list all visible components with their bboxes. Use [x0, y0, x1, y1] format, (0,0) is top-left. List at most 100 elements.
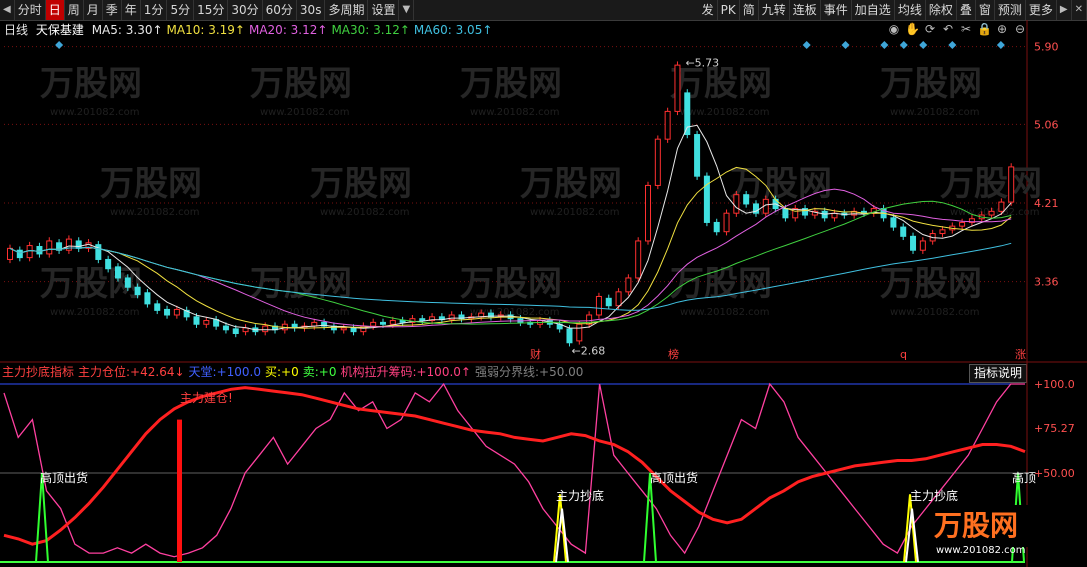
indicator-tick-label: +50.00 [1034, 467, 1075, 480]
watermark-brand: 万股网 [40, 64, 142, 104]
candle [1008, 166, 1015, 203]
candle [694, 134, 701, 177]
watermark-url: www.201082.com [50, 307, 140, 318]
watermark-brand: 万股网 [310, 164, 412, 204]
candle [664, 110, 671, 140]
stock-chart[interactable]: 5.905.064.213.36万股网www.201082.com万股网www.… [0, 0, 1087, 567]
watermark-brand: 万股网 [100, 164, 202, 204]
watermark-url: www.201082.com [260, 107, 350, 118]
event-marker-label[interactable]: 榜 [668, 347, 679, 361]
event-marker-icon[interactable] [880, 41, 889, 49]
indicator-annotation: 主力建仓! [180, 391, 233, 405]
candle [232, 328, 239, 334]
event-marker-icon[interactable] [841, 41, 850, 49]
build-position-bar [177, 419, 182, 562]
candle [959, 221, 966, 227]
watermark-url: www.201082.com [110, 207, 200, 218]
low-label: ←2.68 [571, 345, 605, 358]
candle [635, 240, 642, 279]
watermark-brand: 万股网 [880, 64, 982, 104]
candle [203, 320, 210, 325]
watermark-brand: 万股网 [250, 64, 352, 104]
watermark-url: www.201082.com [260, 307, 350, 318]
watermark-url: www.201082.com [470, 107, 560, 118]
candle [566, 328, 573, 344]
candle [605, 297, 612, 307]
candle [448, 314, 455, 321]
candle [713, 221, 720, 233]
candle [595, 295, 602, 316]
candle [890, 217, 897, 228]
candle [26, 245, 33, 259]
event-marker-label[interactable]: 涨 [1015, 348, 1026, 361]
candle [105, 258, 112, 270]
event-marker-label[interactable]: q [900, 348, 907, 361]
candle [998, 201, 1005, 212]
event-marker-icon[interactable] [802, 41, 811, 49]
watermark-url: www.201082.com [320, 207, 410, 218]
candle [988, 210, 995, 216]
candle [7, 247, 13, 260]
event-marker-label[interactable]: 财 [530, 347, 541, 361]
watermark-brand: 万股网 [940, 164, 1042, 204]
candle [340, 327, 347, 331]
candle [370, 321, 377, 327]
price-tick-label: 3.36 [1034, 276, 1059, 289]
high-label: ←5.73 [685, 56, 719, 69]
candle [379, 321, 386, 325]
event-marker-icon[interactable] [948, 41, 957, 49]
candle [919, 240, 926, 251]
watermark-brand: 万股网 [520, 164, 622, 204]
event-marker-icon[interactable] [996, 41, 1005, 49]
indicator-annotation: 主力抄底 [910, 488, 958, 503]
indicator-annotation: 高顶出货 [40, 470, 88, 485]
candle [124, 277, 131, 288]
candle [615, 291, 622, 307]
indicator-tick-label: +100.0 [1034, 378, 1075, 391]
candle [222, 325, 229, 331]
candle [193, 316, 200, 325]
candle [134, 286, 141, 296]
candle [114, 266, 121, 279]
watermark-url: www.201082.com [530, 207, 620, 218]
candle [75, 240, 82, 249]
event-marker-icon[interactable] [919, 41, 928, 49]
candle [733, 194, 740, 214]
position-line [3, 386, 1026, 546]
indicator-annotation: 主力抄底 [556, 488, 604, 503]
price-tick-label: 5.06 [1034, 118, 1059, 131]
candle [154, 303, 161, 311]
institution-line [3, 382, 1025, 558]
candle [939, 229, 946, 235]
candle [164, 308, 171, 316]
watermark-url: www.201082.com [890, 107, 980, 118]
candle [743, 194, 750, 205]
candle [782, 208, 789, 219]
candle [900, 226, 907, 237]
candle [723, 212, 730, 233]
candle [576, 323, 583, 342]
candle [350, 327, 357, 333]
indicator-tick-label: +75.27 [1034, 422, 1075, 435]
candle [144, 292, 151, 305]
watermark-brand: 万股网 [460, 64, 562, 104]
candle [654, 138, 661, 186]
candle [674, 64, 681, 112]
sell-spike [643, 472, 657, 563]
event-marker-icon[interactable] [899, 41, 908, 49]
watermark-url: www.201082.com [50, 107, 140, 118]
price-tick-label: 5.90 [1034, 41, 1059, 54]
watermark-brand: 万股网 [460, 264, 562, 304]
brand-logo: 万股网 [934, 509, 1018, 542]
brand-url: www.201082.com [936, 545, 1026, 556]
watermark-url: www.201082.com [890, 307, 980, 318]
candle [46, 240, 53, 255]
watermark-url: www.201082.com [950, 207, 1040, 218]
candle [16, 249, 23, 259]
event-marker-icon[interactable] [55, 41, 64, 49]
watermark-url: www.201082.com [680, 107, 770, 118]
candle [625, 277, 632, 293]
indicator-annotation: 高顶 [1012, 470, 1036, 485]
candle [173, 308, 180, 316]
candle [419, 318, 426, 322]
